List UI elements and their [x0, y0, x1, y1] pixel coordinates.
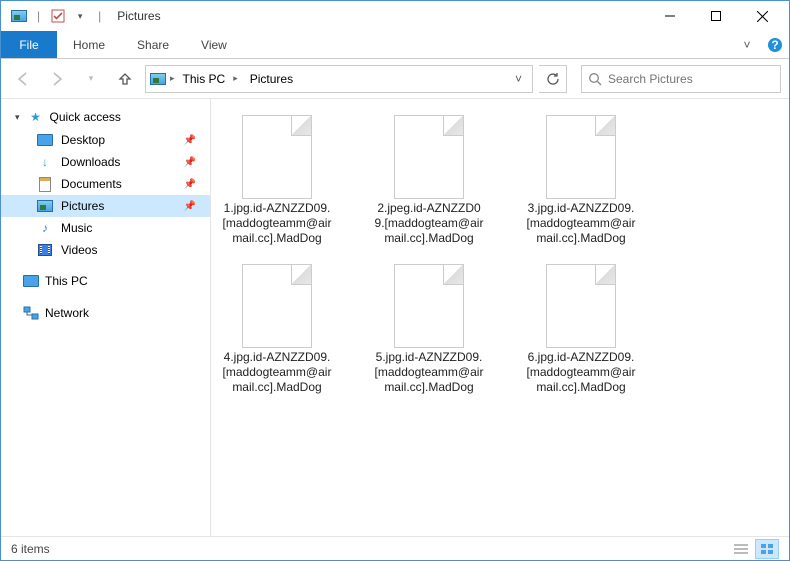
sidebar-item-music[interactable]: ♪ Music — [1, 217, 210, 239]
sidebar-this-pc-label: This PC — [45, 274, 88, 288]
music-icon: ♪ — [37, 220, 53, 236]
refresh-button[interactable] — [539, 65, 567, 93]
pictures-icon — [37, 198, 53, 214]
file-thumb-icon — [546, 264, 616, 348]
close-button[interactable] — [739, 1, 785, 31]
file-thumb-icon — [546, 115, 616, 199]
sidebar-item-label: Desktop — [61, 133, 105, 147]
file-thumb-icon — [242, 115, 312, 199]
search-box[interactable] — [581, 65, 781, 93]
documents-icon — [37, 176, 53, 192]
network-icon — [23, 305, 39, 321]
search-input[interactable] — [608, 72, 774, 86]
address-dropdown-icon[interactable]: ˅ — [509, 72, 528, 86]
sidebar-network[interactable]: Network — [1, 303, 210, 325]
qat-sep2: | — [98, 9, 101, 23]
sidebar-network-label: Network — [45, 306, 89, 320]
star-icon: ★ — [28, 109, 44, 125]
crumb-pictures[interactable]: Pictures — [246, 72, 297, 86]
sidebar-item-label: Music — [61, 221, 92, 235]
tab-share[interactable]: Share — [121, 31, 185, 58]
pin-icon: 📌 — [184, 201, 196, 212]
location-pictures-icon — [150, 71, 166, 87]
sidebar-item-label: Downloads — [61, 155, 120, 169]
file-thumb-icon — [394, 115, 464, 199]
sidebar-this-pc[interactable]: This PC — [1, 271, 210, 293]
file-item[interactable]: 1.jpg.id-AZNZZD09.[maddogteamm@airmail.c… — [221, 115, 333, 246]
search-icon — [588, 72, 602, 86]
window-title: Pictures — [117, 9, 160, 23]
titlebar: | ▾ | Pictures — [1, 1, 789, 31]
file-tab[interactable]: File — [1, 31, 57, 58]
tab-home[interactable]: Home — [57, 31, 121, 58]
expand-ribbon-icon[interactable]: ˅ — [733, 31, 761, 58]
sidebar-item-videos[interactable]: Videos — [1, 239, 210, 261]
file-name-label: 6.jpg.id-AZNZZD09.[maddogteamm@airmail.c… — [525, 350, 637, 395]
navigation-pane: ▾ ★ Quick access Desktop📌↓Downloads📌Docu… — [1, 99, 211, 536]
recent-dropdown[interactable]: ▾ — [77, 65, 105, 93]
pin-icon: 📌 — [184, 157, 196, 168]
app-icon — [11, 8, 27, 24]
status-item-count: 6 items — [11, 542, 50, 556]
back-button[interactable] — [9, 65, 37, 93]
file-item[interactable]: 5.jpg.id-AZNZZD09.[maddogteamm@airmail.c… — [373, 264, 485, 395]
sidebar-item-label: Documents — [61, 177, 122, 191]
file-item[interactable]: 2.jpeg.id-AZNZZD09.[maddogteam@airmail.c… — [373, 115, 485, 246]
status-bar: 6 items — [1, 536, 789, 560]
videos-icon — [37, 242, 53, 258]
file-name-label: 3.jpg.id-AZNZZD09.[maddogteamm@airmail.c… — [525, 201, 637, 246]
view-details-button[interactable] — [729, 539, 753, 559]
desktop-icon — [37, 132, 53, 148]
tab-view[interactable]: View — [185, 31, 243, 58]
maximize-button[interactable] — [693, 1, 739, 31]
sidebar-item-label: Pictures — [61, 199, 104, 213]
chevron-down-icon[interactable]: ▾ — [15, 112, 20, 123]
view-large-icons-button[interactable] — [755, 539, 779, 559]
sidebar-quick-access[interactable]: ▾ ★ Quick access — [1, 107, 210, 129]
file-thumb-icon — [394, 264, 464, 348]
file-item[interactable]: 3.jpg.id-AZNZZD09.[maddogteamm@airmail.c… — [525, 115, 637, 246]
downloads-icon: ↓ — [37, 154, 53, 170]
chevron-right-icon[interactable]: ▸ — [170, 73, 175, 84]
pin-icon: 📌 — [184, 135, 196, 146]
up-button[interactable] — [111, 65, 139, 93]
crumb-pictures-label: Pictures — [250, 72, 293, 86]
sidebar-item-label: Videos — [61, 243, 97, 257]
crumb-this-pc-label: This PC — [183, 72, 226, 86]
file-item[interactable]: 4.jpg.id-AZNZZD09.[maddogteamm@airmail.c… — [221, 264, 333, 395]
file-list[interactable]: 1.jpg.id-AZNZZD09.[maddogteamm@airmail.c… — [211, 99, 789, 536]
qat-sep: | — [37, 9, 40, 23]
file-item[interactable]: 6.jpg.id-AZNZZD09.[maddogteamm@airmail.c… — [525, 264, 637, 395]
file-name-label: 5.jpg.id-AZNZZD09.[maddogteamm@airmail.c… — [373, 350, 485, 395]
minimize-button[interactable] — [647, 1, 693, 31]
svg-text:?: ? — [771, 38, 778, 52]
qat-properties-icon[interactable] — [50, 8, 66, 24]
sidebar-item-downloads[interactable]: ↓ Downloads 📌 — [1, 151, 210, 173]
sidebar-item-pictures[interactable]: Pictures 📌 — [1, 195, 210, 217]
qat-dropdown-icon[interactable]: ▾ — [72, 8, 88, 24]
ribbon: File Home Share View ˅ ? — [1, 31, 789, 59]
file-name-label: 2.jpeg.id-AZNZZD09.[maddogteam@airmail.c… — [373, 201, 485, 246]
file-name-label: 4.jpg.id-AZNZZD09.[maddogteamm@airmail.c… — [221, 350, 333, 395]
crumb-this-pc[interactable]: This PC ▸ — [179, 72, 242, 86]
file-thumb-icon — [242, 264, 312, 348]
file-name-label: 1.jpg.id-AZNZZD09.[maddogteamm@airmail.c… — [221, 201, 333, 246]
chevron-right-icon[interactable]: ▸ — [233, 73, 238, 84]
sidebar-item-documents[interactable]: Documents 📌 — [1, 173, 210, 195]
sidebar-item-desktop[interactable]: Desktop 📌 — [1, 129, 210, 151]
breadcrumb[interactable]: ▸ This PC ▸ Pictures ˅ — [145, 65, 533, 93]
forward-button[interactable] — [43, 65, 71, 93]
monitor-icon — [23, 273, 39, 289]
sidebar-quick-access-label: Quick access — [50, 110, 121, 124]
help-icon[interactable]: ? — [761, 31, 789, 58]
address-bar: ▾ ▸ This PC ▸ Pictures ˅ — [1, 59, 789, 99]
pin-icon: 📌 — [184, 179, 196, 190]
